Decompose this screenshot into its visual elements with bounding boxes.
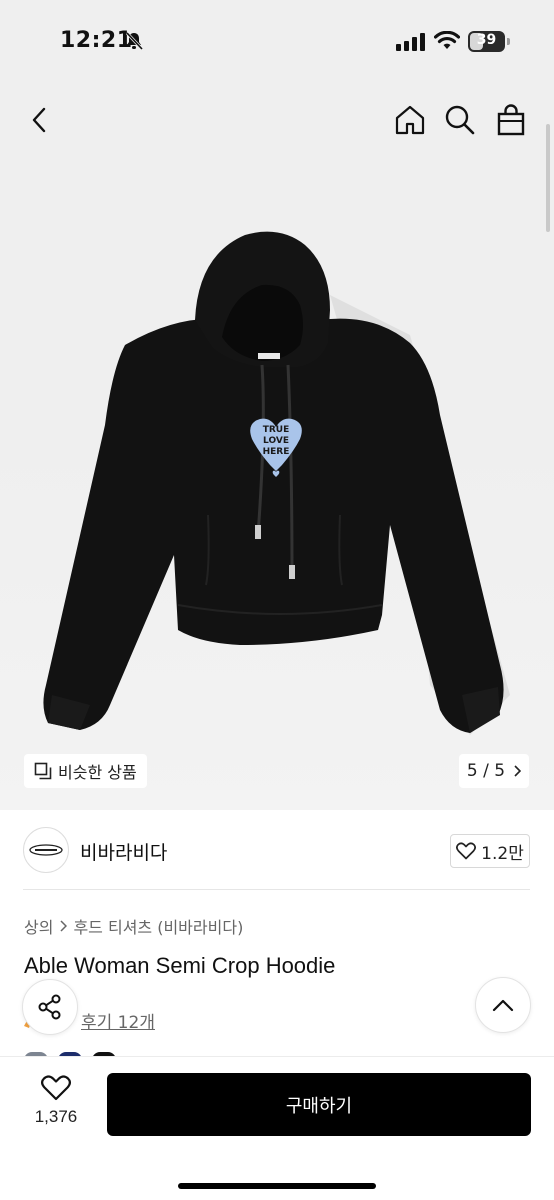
review-link[interactable]: 후기 12개 [81, 1008, 155, 1033]
scroll-top-button[interactable] [475, 977, 531, 1033]
back-button[interactable] [20, 100, 60, 140]
brand-logo[interactable] [23, 827, 69, 873]
heart-icon [456, 842, 477, 860]
buy-button[interactable]: 구매하기 [107, 1073, 531, 1136]
shopping-bag-button[interactable] [491, 100, 531, 140]
shopping-bag-icon [497, 104, 525, 136]
home-icon [395, 105, 425, 135]
chevron-right-icon [514, 765, 522, 777]
share-icon [38, 994, 61, 1020]
product-image[interactable]: TRUE LOVE HERE [30, 225, 524, 745]
print-text-line-3: HERE [263, 447, 290, 457]
chevron-right-icon [60, 920, 68, 932]
breadcrumb: 상의 후드 티셔츠 (비바라비다) [24, 914, 243, 938]
status-time: 12:21 [60, 28, 133, 53]
print-text-line-1: TRUE [263, 425, 290, 435]
home-indicator [178, 1183, 376, 1189]
battery-cap [507, 38, 510, 45]
scroll-indicator[interactable] [546, 124, 550, 232]
brand-like-button[interactable]: 1.2만 [450, 834, 530, 868]
chevron-up-icon [492, 999, 514, 1012]
wifi-icon [434, 31, 460, 49]
brand-name[interactable]: 비바라비다 [80, 838, 167, 865]
page-indicator-text: 5 / 5 [466, 761, 506, 781]
print-text-line-2: LOVE [263, 436, 289, 446]
similar-products-button[interactable]: 비슷한 상품 [24, 754, 147, 788]
search-icon [445, 105, 475, 135]
image-page-indicator[interactable]: 5 / 5 [459, 754, 529, 788]
bottom-action-bar: 1,376 구매하기 [0, 1056, 554, 1200]
wishlist-count: 1,376 [34, 1107, 78, 1126]
battery-level: 39 [476, 32, 497, 48]
search-button[interactable] [440, 100, 480, 140]
cellular-signal-icon [396, 33, 425, 51]
status-bar: 12:21 39 [0, 0, 554, 84]
breadcrumb-subcategory[interactable]: 후드 티셔츠 (비바라비다) [73, 914, 243, 938]
home-button[interactable] [390, 100, 430, 140]
similar-products-label: 비슷한 상품 [58, 763, 137, 782]
heart-icon [41, 1075, 71, 1101]
wishlist-button[interactable]: 1,376 [22, 1075, 90, 1139]
product-title: Able Woman Semi Crop Hoodie [24, 953, 336, 978]
copy-icon [34, 762, 52, 780]
bell-off-icon [125, 31, 144, 51]
brand-like-count: 1.2만 [481, 843, 524, 864]
brand-row: 비바라비다 1.2만 [0, 810, 554, 890]
divider [23, 889, 530, 890]
brand-logo-mark [29, 844, 63, 856]
chevron-left-icon [32, 107, 46, 133]
breadcrumb-category[interactable]: 상의 [24, 914, 53, 938]
share-button[interactable] [22, 979, 78, 1035]
battery-body: 39 [468, 31, 505, 52]
battery-icon: 39 [468, 31, 510, 52]
